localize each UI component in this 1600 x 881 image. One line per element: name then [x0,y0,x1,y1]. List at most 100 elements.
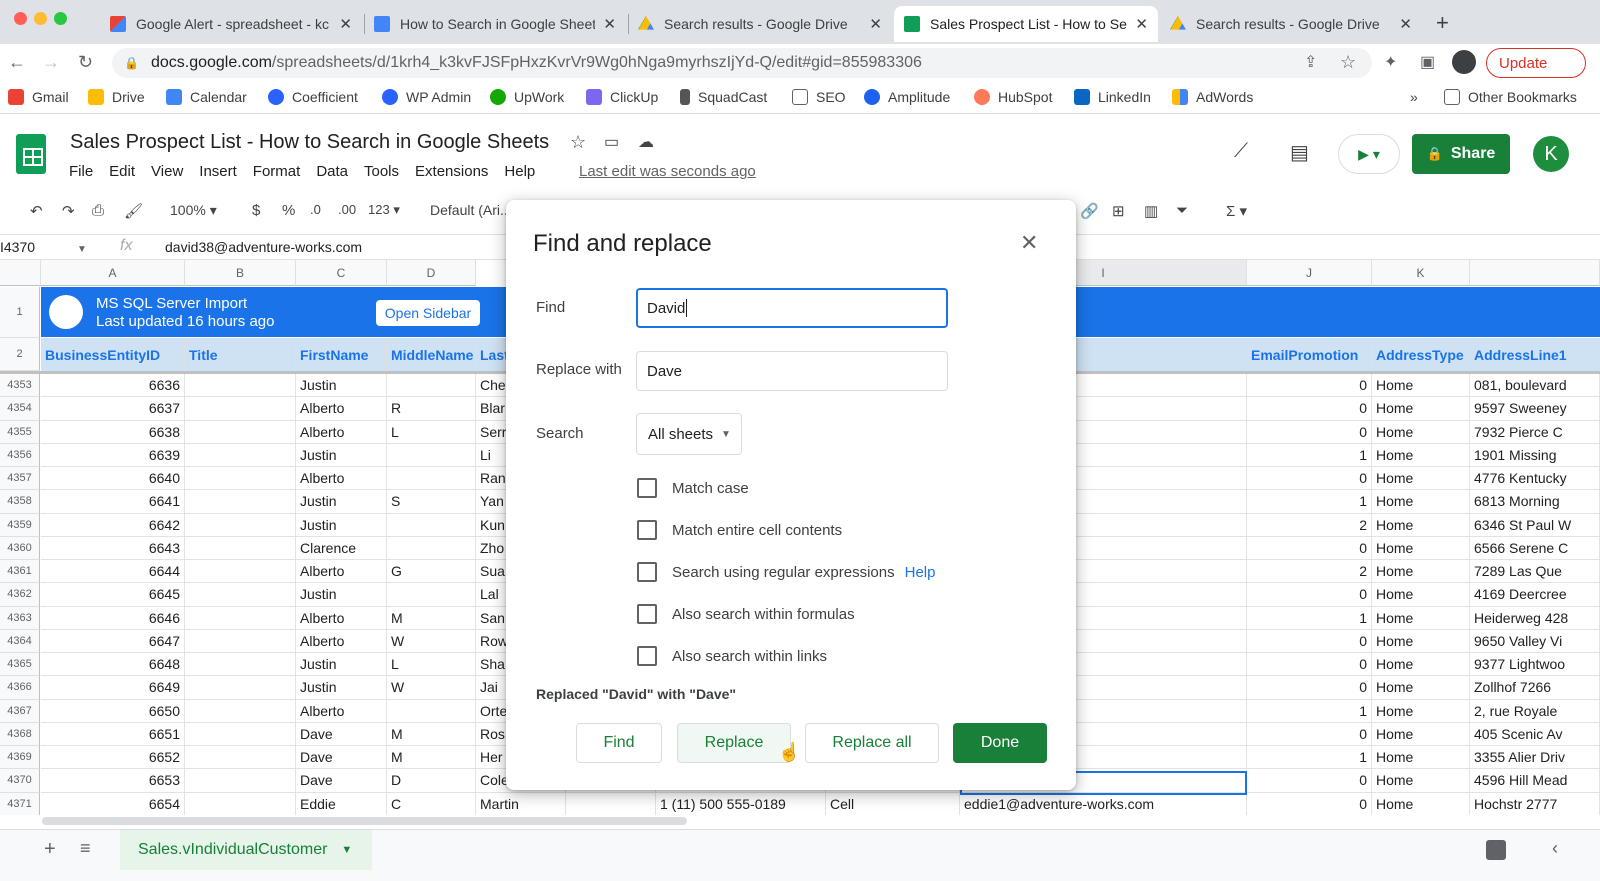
cell-address-type[interactable]: Home [1372,722,1470,746]
cell-first-name[interactable]: Alberto [296,420,387,444]
match-entire-cell-checkbox[interactable] [637,520,657,540]
close-tab-icon[interactable]: ✕ [603,15,616,33]
close-icon[interactable]: ✕ [1020,230,1038,256]
cell-address-type[interactable]: Home [1372,629,1470,653]
bookmark-wp-admin[interactable]: WP Admin [382,89,471,105]
cell-title[interactable] [185,583,296,607]
menu-format[interactable]: Format [253,163,301,180]
open-sidebar-button[interactable]: Open Sidebar [376,300,480,326]
cell-title[interactable] [185,769,296,793]
cell-address-line1[interactable]: Zollhof 7266 [1470,676,1600,700]
cell-address-type[interactable]: Home [1372,443,1470,467]
cell-address-line1[interactable]: 6566 Serene C [1470,536,1600,560]
cell-address-type[interactable]: Home [1372,792,1470,815]
close-window-icon[interactable] [14,12,27,25]
insert-link-icon[interactable]: 🔗 [1080,202,1099,220]
last-edit-link[interactable]: Last edit was seconds ago [579,163,756,180]
header-cell[interactable]: BusinessEntityID [41,338,185,371]
row-header[interactable]: 4361 [0,560,40,584]
cell-first-name[interactable]: Justin [296,443,387,467]
cell-first-name[interactable]: Justin [296,490,387,514]
bookmark-calendar[interactable]: Calendar [166,89,247,105]
cell-title[interactable] [185,374,296,398]
cell-business-entity-id[interactable]: 6647 [41,629,185,653]
option-within-formulas[interactable]: Also search within formulas [637,604,855,624]
percent-format-button[interactable]: % [282,202,295,219]
cell-address-line1[interactable]: 6346 St Paul W [1470,513,1600,537]
meet-icon[interactable]: ▶ ▾ [1338,134,1400,174]
comments-icon[interactable]: ▤ [1290,140,1309,165]
cell-middle-name[interactable]: D [387,769,476,793]
move-folder-icon[interactable]: ▭ [604,132,619,152]
row-header[interactable]: 4357 [0,467,40,491]
bookmark-coefficient[interactable]: Coefficient [268,89,358,105]
cell-phone[interactable]: 1 (11) 500 555-0189 [656,792,826,815]
url-field[interactable]: 🔒 docs.google.com/spreadsheets/d/1krh4_k… [112,48,1372,78]
cell-title[interactable] [185,722,296,746]
bookmark-gmail[interactable]: Gmail [8,89,69,105]
within-links-checkbox[interactable] [637,646,657,666]
more-formats-button[interactable]: 123 ▾ [368,202,400,218]
cell-first-name[interactable]: Dave [296,769,387,793]
cell-title[interactable] [185,653,296,677]
cell-business-entity-id[interactable]: 6640 [41,467,185,491]
cell-business-entity-id[interactable]: 6645 [41,583,185,607]
row-header[interactable]: 4362 [0,583,40,607]
browser-tab-sheets[interactable]: Sales Prospect List - How to Se ✕ [894,6,1158,42]
cell-address-line1[interactable]: Heiderweg 428 [1470,606,1600,630]
header-cell[interactable]: MiddleName [387,338,476,371]
bookmark-upwork[interactable]: UpWork [490,89,564,105]
cell-first-name[interactable]: Alberto [296,397,387,421]
cell-email-promotion[interactable]: 1 [1247,443,1372,467]
cell-title[interactable] [185,699,296,723]
cell-address-line1[interactable]: 6813 Morning [1470,490,1600,514]
menu-extensions[interactable]: Extensions [415,163,488,180]
browser-tab-docs[interactable]: How to Search in Google Sheets ✕ [364,6,626,42]
formula-input[interactable]: david38@adventure-works.com [165,239,362,255]
find-input[interactable]: David [636,288,948,328]
decrease-decimal-button[interactable]: .0 [310,202,321,217]
cell-email-promotion[interactable]: 1 [1247,606,1372,630]
bookmark-seo[interactable]: SEO [792,89,846,105]
cell-business-entity-id[interactable]: 6636 [41,374,185,398]
currency-format-button[interactable]: $ [252,202,260,219]
cell-business-entity-id[interactable]: 6642 [41,513,185,537]
cell-middle-name[interactable] [387,699,476,723]
cell-first-name[interactable]: Dave [296,722,387,746]
cell-email-promotion[interactable]: 2 [1247,513,1372,537]
cell-address-line1[interactable]: 9377 Lightwoo [1470,653,1600,677]
cell-address-type[interactable]: Home [1372,653,1470,677]
cell-business-entity-id[interactable]: 6643 [41,536,185,560]
header-cell[interactable]: FirstName [296,338,387,371]
cell-address-type[interactable]: Home [1372,560,1470,584]
cell-address-type[interactable]: Home [1372,699,1470,723]
cell-middle-name[interactable]: L [387,420,476,444]
menu-edit[interactable]: Edit [109,163,135,180]
cell-title[interactable] [185,536,296,560]
cell-address-line1[interactable]: 9650 Valley Vi [1470,629,1600,653]
row-header[interactable]: 4368 [0,722,40,746]
cell-first-name[interactable]: Alberto [296,699,387,723]
bookmark-star-icon[interactable]: ☆ [1340,52,1356,73]
cell-title[interactable] [185,792,296,815]
activity-trend-icon[interactable]: ⟋ [1234,140,1248,163]
cell-email-promotion[interactable]: 0 [1247,676,1372,700]
regex-help-link[interactable]: Help [905,564,936,581]
cell-business-entity-id[interactable]: 6653 [41,769,185,793]
cell-first-name[interactable]: Alberto [296,560,387,584]
row-header[interactable]: 4358 [0,490,40,514]
close-tab-icon[interactable]: ✕ [1135,15,1148,33]
back-icon[interactable]: ← [8,52,26,73]
menu-insert[interactable]: Insert [199,163,237,180]
font-select[interactable]: Default (Ari... [430,202,512,218]
cell-middle-name[interactable]: M [387,746,476,770]
cell-business-entity-id[interactable]: 6644 [41,560,185,584]
cell-email-promotion[interactable]: 0 [1247,397,1372,421]
cell-business-entity-id[interactable]: 6652 [41,746,185,770]
row-header[interactable]: 2 [0,338,40,371]
sheets-logo-icon[interactable] [16,134,46,174]
profile-avatar[interactable] [1452,50,1476,74]
row-header[interactable]: 4356 [0,443,40,467]
bookmark-squadcast[interactable]: SquadCast [680,89,767,105]
cell-address-type[interactable]: Home [1372,490,1470,514]
